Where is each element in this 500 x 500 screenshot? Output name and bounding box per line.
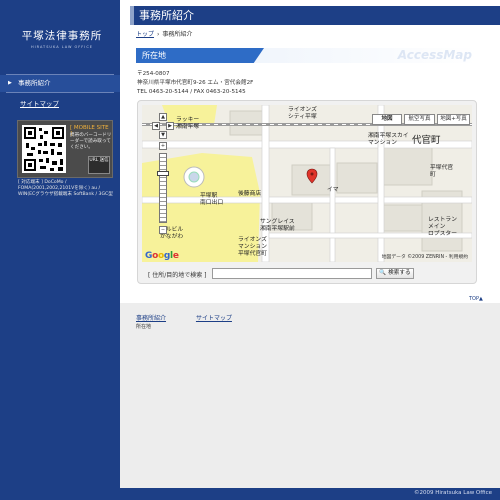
map-type-map-button[interactable]: 地図 (372, 114, 402, 125)
sidebar-item-office-intro[interactable]: ▶ 事務所紹介 (0, 75, 120, 92)
page-header: 事務所紹介 (130, 6, 500, 25)
mobile-site-description: 携帯のバーコードリーダーで読み取ってください。 (70, 133, 112, 150)
map-search-input[interactable] (212, 268, 372, 279)
postal-code: 〒254-0807 (137, 71, 170, 77)
phone-fax: TEL 0463-20-5144 / FAX 0463-20-5145 (137, 89, 246, 95)
mobile-compatible-devices: [ 対応端末 ] DoCoMo / FOMA(2001,2002,2101Vを除… (18, 180, 113, 197)
map-type-satellite-button[interactable]: 航空写真 (404, 114, 435, 125)
section-title: 所在地 (136, 48, 264, 63)
sidebar-sitemap-link[interactable]: サイトマップ (20, 98, 59, 108)
map-label-lucky: ラッキー 湘南平塚 (176, 117, 200, 130)
url-send-button[interactable]: URL 送信 (88, 156, 110, 174)
breadcrumb: トップ › 事務所紹介 (136, 29, 192, 38)
section-heading-bar: 所在地 AccessMap (136, 48, 478, 63)
zoom-slider-handle[interactable] (157, 171, 169, 176)
chevron-right-icon: ▶ (8, 80, 12, 86)
map-label-sunglace: サングレイス 湘南平塚駅前 (260, 219, 295, 232)
map-type-hybrid-button[interactable]: 地図+写真 (437, 114, 470, 125)
breadcrumb-home-link[interactable]: トップ (136, 31, 154, 38)
street-address: 神奈川県平塚市代官町9-26 エム・宮代会館2F (137, 80, 254, 86)
map-label-daikancho: 代官町 (412, 135, 441, 146)
sidebar-nav: ▶ 事務所紹介 (0, 74, 120, 93)
qr-code-icon (22, 125, 66, 173)
pan-down-icon[interactable]: ▼ (159, 131, 167, 139)
footer-links: 事務所紹介 サイトマップ (136, 313, 260, 322)
sidebar-divider (6, 92, 114, 93)
zoom-in-icon[interactable]: + (159, 142, 167, 150)
google-logo: Google (145, 251, 179, 261)
sidebar-item-label: 事務所紹介 (18, 79, 51, 87)
map-label-station: 平塚駅 南口出口 (200, 193, 224, 206)
pan-up-icon[interactable]: ▲ (159, 113, 167, 121)
copyright-bar: ©2009 Hiratsuka Law Office (120, 488, 500, 500)
map-label-restaurant: レストラン メイン ロプスター (428, 217, 457, 237)
map-search-label: [ 住所/目的地で検索 ] (148, 272, 207, 279)
map-label-ima: イマ (327, 187, 339, 193)
breadcrumb-separator: › (157, 31, 160, 38)
map-label-gotoshoten: 後藤商店 (238, 191, 262, 197)
pan-right-icon[interactable]: ▶ (166, 122, 174, 130)
logo-japanese-text: 平塚法律事務所 (21, 30, 103, 42)
google-map[interactable]: ライオンズ シティ平塚 ラッキー 湘南平塚 湘南平塚スカイ マンション 代官町 平塚代… (142, 105, 472, 262)
zoom-slider[interactable] (159, 153, 167, 223)
pan-left-icon[interactable]: ◀ (152, 122, 160, 130)
map-credit: 地図データ ©2009 ZENRIN - 利用規約 (381, 255, 468, 260)
footer-link-sitemap[interactable]: サイトマップ (196, 315, 232, 322)
back-to-top-link[interactable]: TOP▲ (469, 296, 483, 302)
map-label-hiratsuka-daikan: 平塚代官町 (430, 165, 454, 178)
page-title: 事務所紹介 (139, 9, 194, 22)
sidebar: 平塚法律事務所 HIRATSUKA LAW OFFICE ▶ 事務所紹介 サイト… (0, 0, 120, 500)
breadcrumb-current: 事務所紹介 (162, 31, 193, 38)
map-search-row: [ 住所/目的地で検索 ] 🔍 検索する (142, 267, 472, 281)
map-label-lions-city: ライオンズ シティ平塚 (288, 107, 317, 120)
map-frame: ライオンズ シティ平塚 ラッキー 湘南平塚 湘南平塚スカイ マンション 代官町 平塚代… (137, 100, 477, 284)
address-block: 〒254-0807 神奈川県平塚市代官町9-26 エム・宮代会館2F (137, 70, 253, 88)
copyright-text: ©2009 Hiratsuka Law Office (414, 490, 492, 496)
footer: 事務所紹介 サイトマップ 所在地 (120, 303, 500, 500)
footer-sub-link[interactable]: 所在地 (136, 323, 151, 330)
footer-link-office-intro[interactable]: 事務所紹介 (136, 315, 166, 322)
map-search-button-label: 検索する (388, 270, 411, 276)
site-logo[interactable]: 平塚法律事務所 HIRATSUKA LAW OFFICE (16, 28, 108, 49)
map-search-button[interactable]: 🔍 検索する (376, 268, 414, 279)
map-label-lions-mansion: ライオンズ マンション 平塚代官町 (238, 237, 267, 257)
map-label-shonan-sky: 湘南平塚スカイ マンション (368, 133, 409, 146)
section-watermark: AccessMap (397, 48, 472, 62)
zoom-out-icon[interactable]: − (159, 226, 167, 234)
magnifier-icon: 🔍 (379, 270, 387, 276)
mobile-site-box: [ MOBILE SITE ] 携帯のバーコードリーダーで読み取ってください。 … (17, 120, 113, 178)
logo-english-text: HIRATSUKA LAW OFFICE (30, 45, 93, 49)
